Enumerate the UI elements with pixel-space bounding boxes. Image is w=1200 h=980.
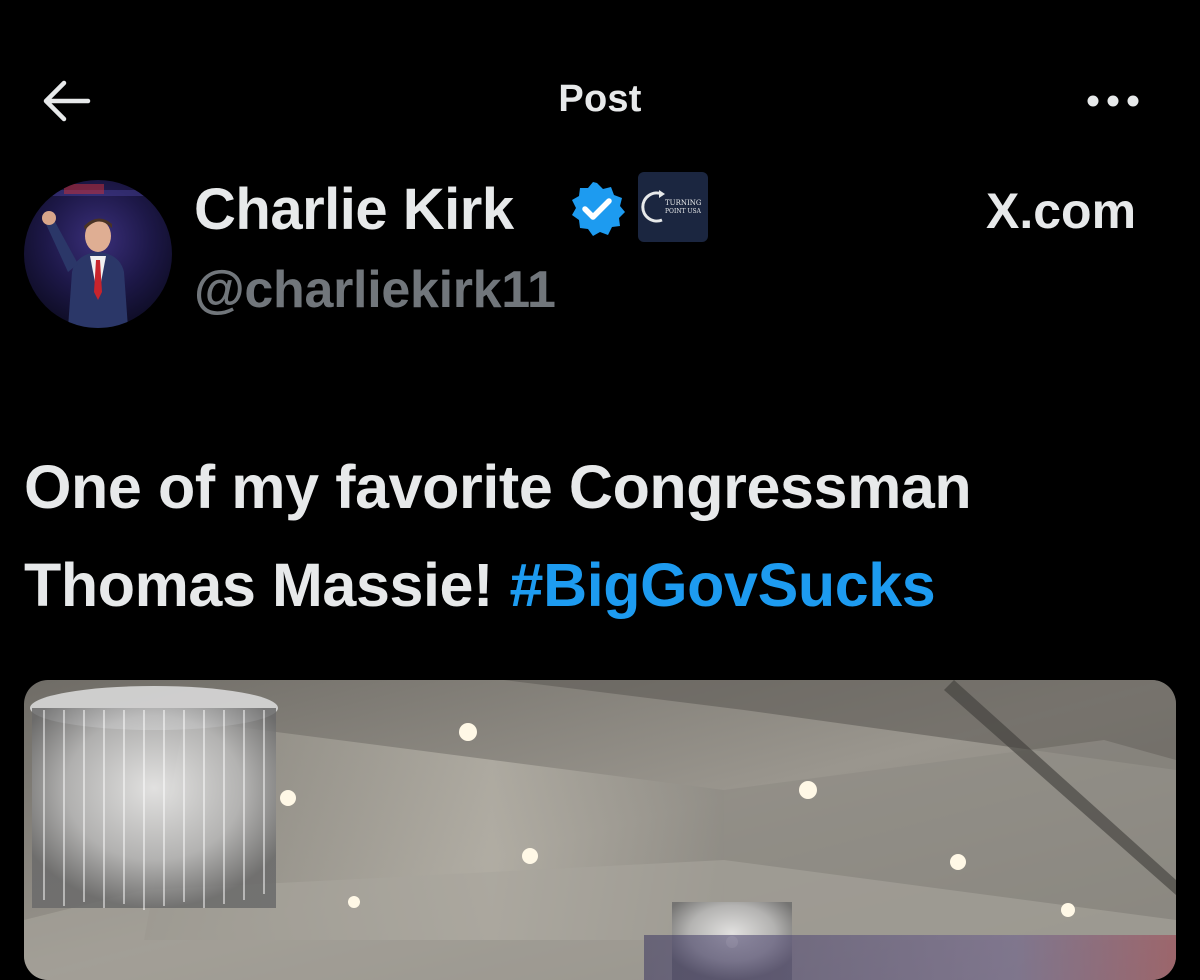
more-horizontal-icon — [1087, 95, 1139, 107]
avatar-photo — [24, 180, 172, 328]
turning-point-logo: TURNING POINT USA — [641, 190, 702, 223]
more-options-button[interactable] — [1076, 76, 1150, 126]
author-handle[interactable]: @charliekirk11 — [194, 260, 556, 320]
post-text: One of my favorite Congressman Thomas Ma… — [24, 438, 1174, 634]
author-name[interactable]: Charlie Kirk — [194, 176, 514, 243]
post-header: Post — [0, 0, 1200, 200]
avatar[interactable] — [24, 180, 172, 328]
verified-badge-icon — [572, 182, 625, 236]
svg-text:TURNING: TURNING — [665, 199, 702, 207]
post-image[interactable] — [24, 680, 1176, 980]
page-title: Post — [558, 78, 642, 120]
ballroom-photo — [24, 680, 1176, 980]
source-label: X.com — [986, 183, 1137, 239]
hashtag-link[interactable]: #BigGovSucks — [510, 551, 936, 619]
affiliate-badge[interactable]: TURNING POINT USA — [638, 172, 708, 242]
svg-text:POINT USA: POINT USA — [665, 208, 702, 215]
